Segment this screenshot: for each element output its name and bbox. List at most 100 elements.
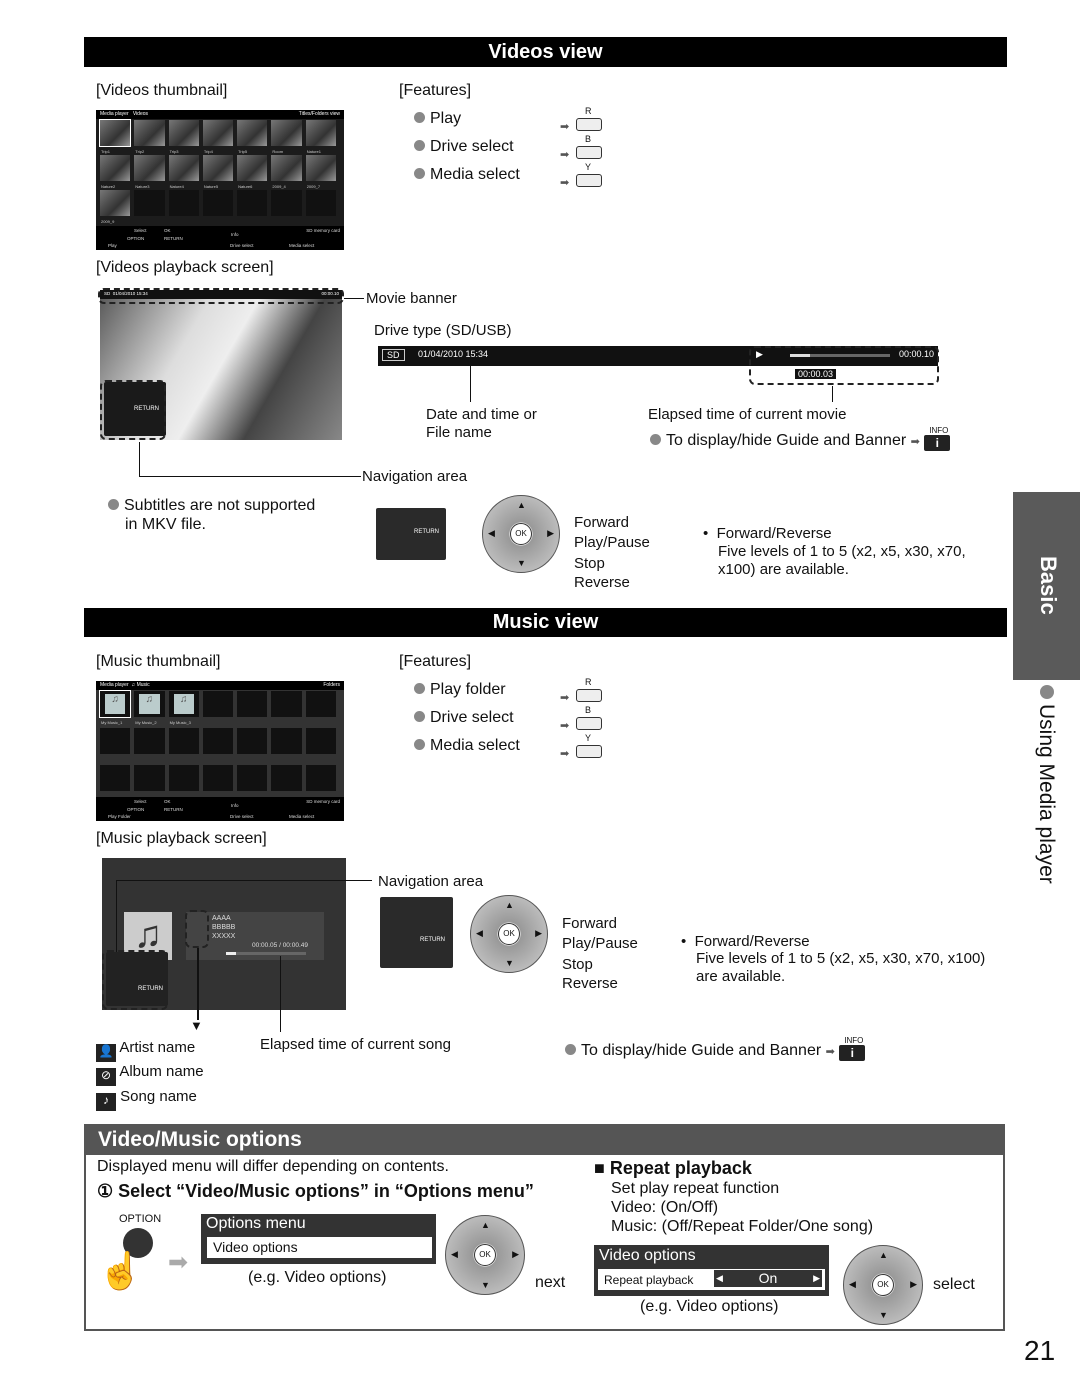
- bullet-icon: [414, 140, 425, 151]
- drive-type-label: Drive type (SD/USB): [374, 322, 512, 339]
- repeat-desc: Set play repeat function: [611, 1180, 780, 1197]
- fr-note: Five levels of 1 to 5 (x2, x5, x30, x70,: [718, 543, 966, 560]
- options-menu-title: Options menu: [206, 1215, 306, 1232]
- leader-line: [470, 366, 471, 402]
- blue-button-icon: ➡ B: [560, 134, 602, 162]
- videos-thumbnail-label: [Videos thumbnail]: [96, 82, 228, 99]
- leader-line: [139, 442, 140, 476]
- thumbnail[interactable]: Room: [271, 120, 302, 154]
- info-highlight: [185, 910, 209, 948]
- repeat-playback-row[interactable]: Repeat playback ◀ On ▶: [598, 1269, 825, 1290]
- navigation-area-label: Navigation area: [378, 873, 484, 890]
- subtitles-note: Subtitles are not supported: [108, 497, 315, 515]
- album-icon: ⊘: [96, 1068, 116, 1086]
- leader-line: [832, 386, 833, 402]
- menu-item-video-options[interactable]: Video options: [207, 1237, 432, 1258]
- hand-icon: ☝: [98, 1250, 143, 1291]
- thumbnail-empty: [168, 190, 199, 216]
- fr-note-title: • Forward/Reverse: [681, 933, 810, 950]
- music-folder[interactable]: ♫ My Music_3: [168, 691, 199, 725]
- date-label-2: File name: [426, 424, 492, 441]
- nav-highlight: [100, 380, 166, 440]
- thumbnail[interactable]: Trip2: [134, 120, 165, 154]
- song-icon: ♪: [96, 1093, 116, 1111]
- thumbnail[interactable]: 2009_9: [100, 190, 131, 224]
- song-progress-fill: [226, 952, 236, 955]
- music-playback-label: [Music playback screen]: [96, 830, 267, 847]
- options-header: Video/Music options: [86, 1126, 1003, 1155]
- thumbnail-empty: [202, 190, 234, 216]
- music-view-header: Music view: [84, 608, 1007, 637]
- leader-line: [344, 298, 364, 299]
- screen-footer: Select OK OPTION RETURN Info SD memory c…: [96, 797, 344, 821]
- leader-line: [197, 948, 199, 1020]
- legend-song: ♪ Song name: [96, 1088, 197, 1111]
- guide-note: To display/hide Guide and Banner ➡ INFO i: [565, 1036, 866, 1061]
- screen-header-left: Media player: [100, 111, 129, 117]
- dpad-icon: OK ▲ ▼ ◀ ▶: [470, 895, 548, 973]
- videos-thumbnail-screen: Media player Videos Titles/Folders view …: [96, 110, 344, 250]
- navigation-panel: RETURN: [380, 897, 453, 968]
- repeat-title: ■ Repeat playback: [594, 1158, 752, 1178]
- option-key-label: OPTION: [119, 1213, 162, 1225]
- fr-note: Five levels of 1 to 5 (x2, x5, x30, x70,…: [696, 950, 986, 967]
- leader-line: [280, 956, 281, 1032]
- thumbnail[interactable]: Trip1: [98, 119, 132, 154]
- blue-button-icon: ➡ B: [560, 705, 602, 733]
- reverse-label: Reverse: [562, 975, 618, 992]
- thumbnail[interactable]: Nature5: [202, 155, 234, 189]
- leader-line: [116, 880, 117, 952]
- select-label: select: [933, 1276, 975, 1293]
- music-folder[interactable]: ♫ My Music_2: [134, 691, 165, 725]
- thumbnail[interactable]: Nature6: [237, 155, 268, 189]
- music-folder[interactable]: ♫ My Music_1: [98, 690, 132, 725]
- thumbnail-empty: [305, 190, 336, 216]
- step-1: ① Select “Video/Music options” in “Optio…: [97, 1181, 534, 1201]
- thumbnail[interactable]: Trip5: [237, 120, 268, 154]
- artist-icon: 👤: [96, 1044, 116, 1062]
- features-label: [Features]: [399, 82, 472, 99]
- fr-note-title: • Forward/Reverse: [703, 525, 832, 542]
- arrow-right-icon: ➡: [168, 1249, 189, 1276]
- elapsed-label: Elapsed time of current song: [260, 1036, 451, 1053]
- thumbnail-empty: [134, 190, 165, 216]
- fr-note-2: are available.: [696, 968, 786, 985]
- thumbnail[interactable]: 2009_4: [271, 155, 302, 189]
- thumbnail[interactable]: Trip4: [202, 120, 234, 154]
- feature-drive-select: Drive select: [414, 709, 514, 727]
- yellow-button-icon: ➡ Y: [560, 162, 602, 190]
- red-button-icon: ➡ R: [560, 106, 602, 134]
- music-thumbnail-screen: Media player ♫ Music Folders ♫ My Music_1…: [96, 681, 344, 821]
- feature-drive-select: Drive select: [414, 138, 514, 156]
- repeat-value-selector[interactable]: ◀ On ▶: [714, 1270, 822, 1287]
- thumbnail[interactable]: Nature4: [168, 155, 199, 189]
- date-label: Date and time or: [426, 406, 537, 423]
- screen-footer: Select OK OPTION RETURN Info SD memory c…: [96, 226, 344, 250]
- stop-label: Stop: [562, 956, 593, 973]
- repeat-video: Video: (On/Off): [611, 1199, 719, 1216]
- thumbnail[interactable]: 2009_7: [305, 155, 336, 189]
- thumbnail[interactable]: Nature2: [100, 155, 131, 189]
- screen-header-mid: Videos: [132, 111, 149, 117]
- thumbnail[interactable]: Nature1: [305, 120, 336, 154]
- topic-label: Using Media player: [1034, 685, 1058, 884]
- movie-banner-label: Movie banner: [366, 290, 457, 307]
- videos-playback-label: [Videos playback screen]: [96, 259, 274, 276]
- example-caption-2: (e.g. Video options): [640, 1298, 779, 1315]
- bullet-icon: [414, 168, 425, 179]
- legend-artist: 👤 Artist name: [96, 1039, 195, 1062]
- navigation-panel: RETURN: [376, 508, 446, 560]
- elapsed-highlight: [749, 346, 939, 385]
- thumbnail[interactable]: Trip3: [168, 120, 199, 154]
- options-intro: Displayed menu will differ depending on …: [97, 1158, 449, 1175]
- video-options-title: Video options: [599, 1247, 696, 1264]
- thumbnail-empty: [271, 190, 302, 216]
- thumbnail[interactable]: Nature3: [134, 155, 165, 189]
- repeat-music: Music: (Off/Repeat Folder/One song): [611, 1218, 874, 1235]
- reverse-label: Reverse: [574, 574, 630, 591]
- dpad-icon: OK ▲ ▼ ◀ ▶: [482, 495, 560, 573]
- bullet-icon: [414, 112, 425, 123]
- feature-play-folder: Play folder: [414, 681, 506, 699]
- dpad-icon: OK ▲ ▼ ◀ ▶: [843, 1245, 923, 1325]
- leader-line: [116, 880, 372, 881]
